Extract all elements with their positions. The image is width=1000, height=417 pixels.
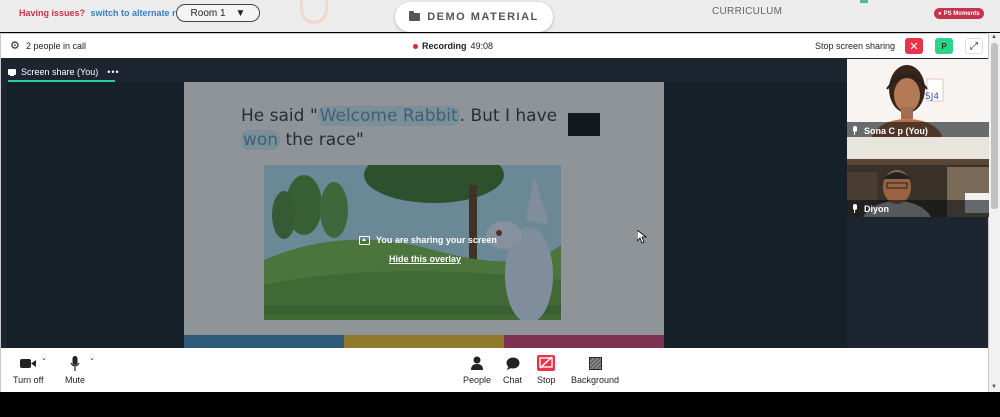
scroll-up-icon[interactable]: ▲ [991, 34, 997, 40]
stop-share-button[interactable]: Stop [537, 354, 556, 385]
expand-icon[interactable]: ⤢ [965, 38, 983, 54]
call-window: ⚙ 2 people in call Recording 49:08 Stop … [0, 33, 989, 392]
sharing-message-text: You are sharing your screen [376, 235, 497, 245]
participant-label: Diyon [847, 200, 989, 217]
scroll-thumb[interactable] [991, 43, 998, 209]
scroll-down-icon[interactable]: ▼ [991, 384, 997, 390]
stop-share-icon [537, 354, 556, 372]
camera-icon: ● [938, 10, 942, 17]
background-icon [588, 354, 602, 372]
background-button[interactable]: Background [571, 354, 619, 385]
sharing-message: You are sharing your screen [359, 235, 497, 245]
recording-indicator: Recording 49:08 [413, 41, 493, 51]
screen-share-tab-label: Screen share (You) [21, 67, 99, 77]
mute-label: Mute [65, 375, 86, 385]
people-count: 2 people in call [26, 41, 87, 51]
camera-options-caret-icon[interactable]: ⌄ [41, 354, 47, 362]
background-label: Background [571, 375, 620, 385]
monitor-icon [8, 69, 16, 76]
stop-label: Stop [537, 375, 556, 385]
people-label: People [463, 375, 492, 385]
chevron-down-icon: ▼ [235, 7, 246, 19]
close-icon[interactable]: ✕ [905, 38, 923, 54]
participant-tile[interactable]: SJ4 Sona C p (You) [847, 59, 989, 139]
control-tray: Turn off ⌄ Mute ⌄ People Chat Stop Backg… [1, 348, 988, 392]
chat-button[interactable]: Chat [503, 354, 522, 385]
demo-material-label: DEMO MATERIAL [427, 11, 539, 23]
gear-icon[interactable]: ⚙ [10, 41, 20, 52]
shared-screen: He said " Welcome Rabbit. But I have won … [7, 82, 847, 348]
participant-name: Sona C p (You) [864, 125, 928, 136]
mic-options-caret-icon[interactable]: ⌄ [89, 354, 95, 362]
hide-overlay-link[interactable]: Hide this overlay [389, 254, 461, 264]
curriculum-link[interactable]: CURRICULUM [712, 6, 782, 17]
folder-icon [409, 11, 421, 21]
more-options-icon[interactable]: ••• [107, 67, 119, 77]
mouse-cursor-icon [636, 229, 648, 249]
moments-label: PS Moments [943, 10, 980, 17]
stop-screen-sharing-button[interactable]: Stop screen sharing [815, 41, 895, 51]
microphone-icon [70, 354, 80, 372]
room-select-value: Room 1 [190, 7, 226, 19]
people-icon [471, 354, 484, 372]
issues-text: Having issues? [19, 8, 86, 18]
record-dot-icon [413, 43, 418, 49]
issues-notice: Having issues? switch to alternate room [19, 8, 195, 18]
participant-name: Diyon [864, 203, 890, 214]
video-camera-icon [20, 354, 37, 372]
people-button[interactable]: People [463, 354, 491, 385]
camera-toggle-button[interactable]: Turn off [13, 354, 44, 385]
turn-off-label: Turn off [13, 375, 44, 385]
room-select[interactable]: Room 1 ▼ [176, 4, 260, 22]
mute-button[interactable]: Mute [65, 354, 85, 385]
app-page: Having issues? switch to alternate room … [0, 0, 1000, 417]
decorative-mark [860, 0, 868, 3]
chat-label: Chat [503, 375, 523, 385]
call-header: ⚙ 2 people in call Recording 49:08 Stop … [1, 34, 988, 58]
participant-tile[interactable]: Diyon [847, 137, 989, 217]
microphone-icon [852, 204, 858, 213]
tab-screen-share[interactable]: Screen share (You) ••• [8, 64, 120, 80]
recording-time: 49:08 [470, 41, 494, 51]
decorative-arc [300, 0, 328, 24]
microphone-icon [852, 126, 858, 135]
page-scrollbar[interactable]: ▲ ▼ [989, 33, 1000, 392]
share-screen-icon [359, 235, 370, 245]
moments-badge[interactable]: ● PS Moments [934, 8, 984, 19]
svg-text:SJ4: SJ4 [925, 92, 939, 102]
sharing-overlay [7, 82, 847, 348]
top-bar: Having issues? switch to alternate room … [0, 0, 1000, 32]
participant-avatar[interactable]: P [935, 38, 953, 54]
recording-label: Recording [422, 41, 467, 51]
chat-icon [506, 354, 520, 372]
demo-material-button[interactable]: DEMO MATERIAL [395, 2, 553, 32]
